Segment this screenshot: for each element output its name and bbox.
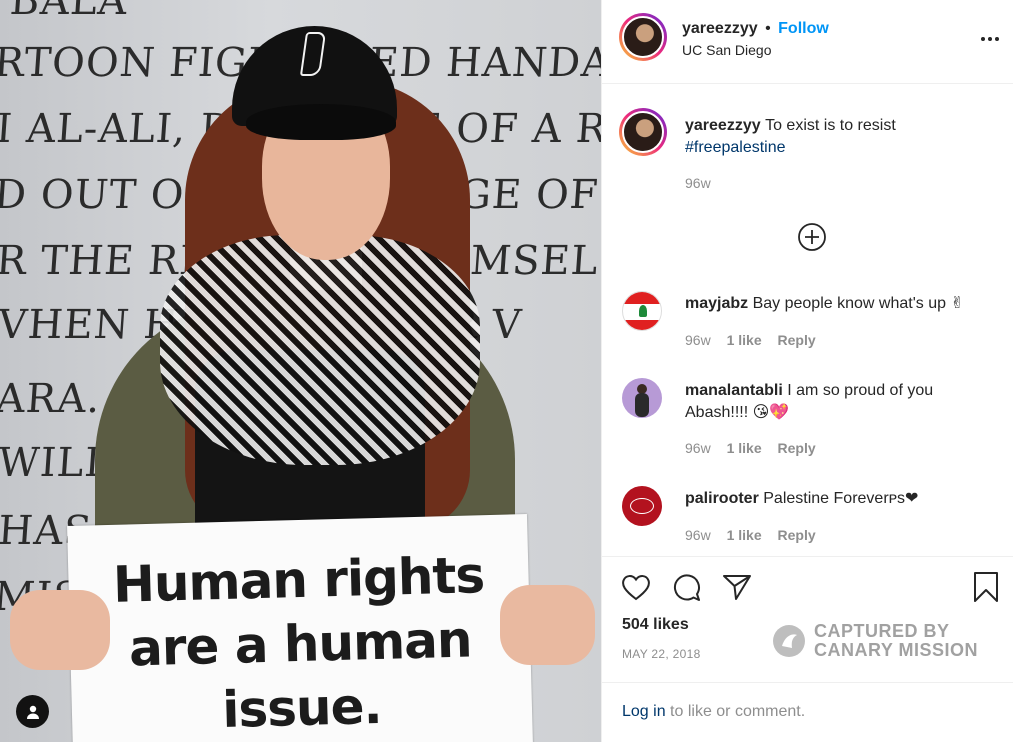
comment-meta: 96w 1 like Reply [685, 332, 816, 348]
comment: manalantabli I am so proud of you Abash!… [685, 380, 985, 424]
post-photo[interactable]: BALA RTOON FIGUR MED HANDAL I AL-ALI, DE… [0, 0, 601, 742]
cap-brim [246, 104, 396, 140]
watermark-line: CAPTURED BY [814, 621, 950, 641]
login-prompt: to like or comment. [665, 703, 806, 720]
protest-sign: Human rights are a human issue. [67, 514, 533, 742]
comment-likes[interactable]: 1 like [727, 332, 762, 348]
comment-time[interactable]: 96w [685, 440, 711, 456]
comment: mayjabz Bay people know what's up ✌ [685, 293, 995, 315]
caption-hashtag[interactable]: #freepalestine [685, 139, 786, 156]
plus-circle-icon[interactable] [797, 222, 827, 252]
wall-text-line: BALA [8, 0, 130, 24]
comment-text: Bay people know what's up ✌ [752, 295, 964, 312]
header-separator: • [765, 20, 771, 37]
comment-meta: 96w 1 like Reply [685, 527, 816, 543]
reply-button[interactable]: Reply [778, 440, 816, 456]
comment-time[interactable]: 96w [685, 332, 711, 348]
login-footer: Log in to like or comment. [602, 682, 1013, 742]
caption-text: To exist is to resist [765, 117, 896, 134]
right-hand [500, 585, 595, 665]
login-link[interactable]: Log in [622, 703, 666, 720]
commenter-avatar[interactable] [622, 291, 662, 331]
comment-likes[interactable]: 1 like [727, 440, 762, 456]
post-actions: 504 likes MAY 22, 2018 CAPTURED BY CANAR… [602, 556, 1013, 696]
bookmark-icon[interactable] [973, 571, 999, 603]
post-header: yareezzyy • Follow UC San Diego [602, 0, 1013, 84]
watermark-line: CANARY MISSION [814, 640, 979, 660]
comment-username[interactable]: manalantabli [685, 382, 783, 399]
sign-line: Human rights [112, 546, 485, 614]
like-count[interactable]: 504 likes [622, 616, 689, 634]
caption: yareezzyy To exist is to resist #freepal… [685, 115, 985, 159]
commenter-avatar[interactable] [622, 486, 662, 526]
caption-time[interactable]: 96w [685, 175, 711, 191]
sign-line: issue. [221, 676, 383, 740]
caption-avatar[interactable] [619, 108, 667, 156]
post-date[interactable]: MAY 22, 2018 [622, 647, 701, 661]
tagged-users-button[interactable] [16, 695, 49, 728]
keffiyeh-scarf [160, 235, 480, 465]
comment-meta: 96w 1 like Reply [685, 440, 816, 456]
commenter-avatar[interactable] [622, 378, 662, 418]
heart-icon[interactable] [621, 573, 651, 601]
watermark: CAPTURED BY CANARY MISSION [772, 622, 978, 660]
left-hand [10, 590, 110, 670]
comment-icon[interactable] [671, 572, 701, 602]
comment-time[interactable]: 96w [685, 527, 711, 543]
user-icon [26, 705, 39, 719]
sign-line: are a human [128, 610, 473, 678]
post-location[interactable]: UC San Diego [682, 42, 772, 58]
reply-button[interactable]: Reply [778, 332, 816, 348]
comment-username[interactable]: palirooter [685, 490, 759, 507]
share-icon[interactable] [722, 573, 752, 601]
comment: palirooter Palestine Foreverᴘs❤ [685, 488, 995, 510]
comment-username[interactable]: mayjabz [685, 295, 748, 312]
comment-likes[interactable]: 1 like [727, 527, 762, 543]
canary-logo-icon [773, 625, 805, 657]
author-avatar[interactable] [619, 13, 667, 61]
author-username[interactable]: yareezzyy [682, 20, 758, 37]
comment-text: Palestine Foreverᴘs❤ [763, 490, 919, 507]
follow-button[interactable]: Follow [778, 20, 829, 37]
caption-username[interactable]: yareezzyy [685, 117, 761, 134]
more-horizontal-icon[interactable] [980, 34, 1000, 44]
reply-button[interactable]: Reply [778, 527, 816, 543]
post-sidebar: yareezzyy • Follow UC San Diego yareezzy… [601, 0, 1013, 742]
